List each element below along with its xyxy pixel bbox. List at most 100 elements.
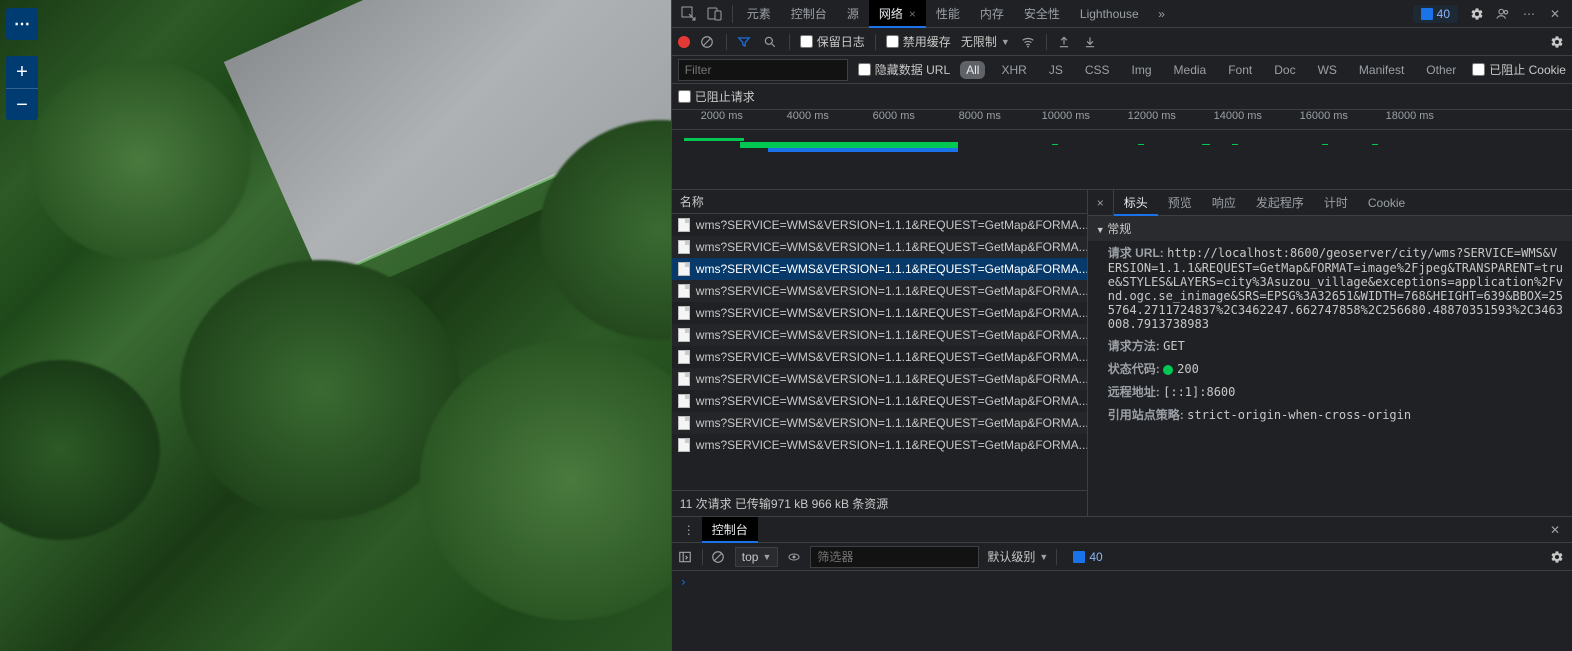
tab-security[interactable]: 安全性 [1014, 0, 1070, 28]
remote-address: 远程地址: [::1]:8600 [1088, 380, 1572, 403]
wifi-icon[interactable] [1020, 35, 1036, 49]
tab-elements[interactable]: 元素 [737, 0, 781, 28]
live-expression-icon[interactable] [786, 551, 802, 563]
blocked-requests-toggle[interactable]: 已阻止请求 [678, 88, 755, 105]
request-row[interactable]: wms?SERVICE=WMS&VERSION=1.1.1&REQUEST=Ge… [672, 302, 1087, 324]
request-row[interactable]: wms?SERVICE=WMS&VERSION=1.1.1&REQUEST=Ge… [672, 434, 1087, 456]
detail-tab-cookies[interactable]: Cookie [1358, 190, 1415, 216]
request-row[interactable]: wms?SERVICE=WMS&VERSION=1.1.1&REQUEST=Ge… [672, 214, 1087, 236]
status-dot-icon [1163, 365, 1173, 375]
preserve-log-toggle[interactable]: 保留日志 [800, 33, 865, 50]
filter-ws[interactable]: WS [1312, 61, 1343, 79]
detail-tab-preview[interactable]: 预览 [1158, 190, 1202, 216]
zoom-in-button[interactable]: + [6, 56, 38, 88]
filter-xhr[interactable]: XHR [995, 61, 1032, 79]
referrer-policy: 引用站点策略: strict-origin-when-cross-origin [1088, 403, 1572, 426]
filter-doc[interactable]: Doc [1268, 61, 1301, 79]
request-name: wms?SERVICE=WMS&VERSION=1.1.1&REQUEST=Ge… [696, 350, 1087, 364]
document-icon [678, 262, 690, 276]
timeline-tick: 2000 ms [701, 110, 743, 122]
search-icon[interactable] [763, 35, 779, 49]
column-name[interactable]: 名称 [672, 190, 1087, 214]
console-sidebar-icon[interactable] [678, 550, 694, 564]
request-list-pane: 名称 wms?SERVICE=WMS&VERSION=1.1.1&REQUEST… [672, 190, 1088, 516]
inspect-icon[interactable] [676, 1, 702, 27]
filter-all[interactable]: All [960, 61, 985, 79]
blocked-cookies-toggle[interactable]: 已阻止 Cookie [1472, 61, 1566, 78]
request-row[interactable]: wms?SERVICE=WMS&VERSION=1.1.1&REQUEST=Ge… [672, 280, 1087, 302]
request-name: wms?SERVICE=WMS&VERSION=1.1.1&REQUEST=Ge… [696, 372, 1087, 386]
document-icon [678, 350, 690, 364]
request-row[interactable]: wms?SERVICE=WMS&VERSION=1.1.1&REQUEST=Ge… [672, 346, 1087, 368]
map-viewer[interactable]: ⋯ + − [0, 0, 671, 651]
more-icon[interactable]: ⋯ [1516, 1, 1542, 27]
detail-tab-initiator[interactable]: 发起程序 [1246, 190, 1314, 216]
tab-console[interactable]: 控制台 [781, 0, 837, 28]
request-url: 请求 URL: http://localhost:8600/geoserver/… [1088, 241, 1572, 334]
request-row[interactable]: wms?SERVICE=WMS&VERSION=1.1.1&REQUEST=Ge… [672, 412, 1087, 434]
map-menu-button[interactable]: ⋯ [6, 8, 38, 40]
document-icon [678, 394, 690, 408]
filter-font[interactable]: Font [1222, 61, 1258, 79]
document-icon [678, 372, 690, 386]
throttling-select[interactable]: 无限制▼ [961, 33, 1010, 50]
tab-close-icon[interactable]: × [909, 7, 916, 21]
hide-data-urls-toggle[interactable]: 隐藏数据 URL [858, 61, 950, 78]
account-icon[interactable] [1490, 1, 1516, 27]
filter-other[interactable]: Other [1420, 61, 1462, 79]
request-method: 请求方法: GET [1088, 334, 1572, 357]
console-issues-badge[interactable]: 40 [1065, 548, 1110, 566]
device-toggle-icon[interactable] [702, 1, 728, 27]
issues-badge[interactable]: 40 [1413, 5, 1458, 23]
network-settings-icon[interactable] [1550, 35, 1566, 49]
tab-sources[interactable]: 源 [837, 0, 869, 28]
request-row[interactable]: wms?SERVICE=WMS&VERSION=1.1.1&REQUEST=Ge… [672, 390, 1087, 412]
network-timeline[interactable]: 2000 ms4000 ms6000 ms8000 ms10000 ms1200… [672, 110, 1572, 190]
tab-performance[interactable]: 性能 [926, 0, 970, 28]
console-filter-input[interactable] [810, 546, 979, 568]
log-level-select[interactable]: 默认级别▼ [987, 548, 1048, 565]
drawer-menu-icon[interactable]: ⋮ [676, 517, 702, 543]
status-code: 状态代码: 200 [1088, 357, 1572, 380]
request-row[interactable]: wms?SERVICE=WMS&VERSION=1.1.1&REQUEST=Ge… [672, 324, 1087, 346]
download-icon[interactable] [1083, 35, 1099, 49]
tab-network[interactable]: 网络× [869, 0, 926, 28]
console-body[interactable]: › [672, 571, 1572, 651]
filter-img[interactable]: Img [1126, 61, 1158, 79]
detail-tab-headers[interactable]: 标头 [1114, 190, 1158, 216]
clear-icon[interactable] [700, 35, 716, 49]
console-settings-icon[interactable] [1550, 550, 1566, 564]
close-devtools-icon[interactable]: ✕ [1542, 1, 1568, 27]
filter-js[interactable]: JS [1043, 61, 1069, 79]
detail-tab-response[interactable]: 响应 [1202, 190, 1246, 216]
filter-manifest[interactable]: Manifest [1353, 61, 1410, 79]
detail-close-icon[interactable]: × [1088, 190, 1114, 216]
timeline-tick: 6000 ms [873, 110, 915, 122]
record-button[interactable] [678, 36, 690, 48]
context-select[interactable]: top▼ [735, 547, 779, 567]
request-row[interactable]: wms?SERVICE=WMS&VERSION=1.1.1&REQUEST=Ge… [672, 368, 1087, 390]
detail-tab-timing[interactable]: 计时 [1314, 190, 1358, 216]
drawer-close-icon[interactable]: ✕ [1542, 517, 1568, 543]
drawer-tab-console[interactable]: 控制台 [702, 517, 758, 543]
settings-icon[interactable] [1464, 1, 1490, 27]
tab-memory[interactable]: 内存 [970, 0, 1014, 28]
issue-icon [1421, 8, 1433, 20]
disable-cache-toggle[interactable]: 禁用缓存 [886, 33, 951, 50]
zoom-out-button[interactable]: − [6, 88, 38, 120]
filter-media[interactable]: Media [1168, 61, 1213, 79]
tab-lighthouse[interactable]: Lighthouse [1070, 0, 1149, 28]
filter-bar: 隐藏数据 URL All XHR JS CSS Img Media Font D… [672, 56, 1572, 84]
filter-input[interactable] [678, 59, 848, 81]
filter-icon[interactable] [737, 35, 753, 49]
console-clear-icon[interactable] [711, 550, 727, 564]
request-name: wms?SERVICE=WMS&VERSION=1.1.1&REQUEST=Ge… [696, 394, 1087, 408]
request-row[interactable]: wms?SERVICE=WMS&VERSION=1.1.1&REQUEST=Ge… [672, 236, 1087, 258]
request-row[interactable]: wms?SERVICE=WMS&VERSION=1.1.1&REQUEST=Ge… [672, 258, 1087, 280]
document-icon [678, 328, 690, 342]
filter-css[interactable]: CSS [1079, 61, 1116, 79]
upload-icon[interactable] [1057, 35, 1073, 49]
request-name: wms?SERVICE=WMS&VERSION=1.1.1&REQUEST=Ge… [696, 218, 1087, 232]
more-tabs-icon[interactable]: » [1149, 1, 1175, 27]
section-general[interactable]: 常规 [1088, 216, 1572, 241]
